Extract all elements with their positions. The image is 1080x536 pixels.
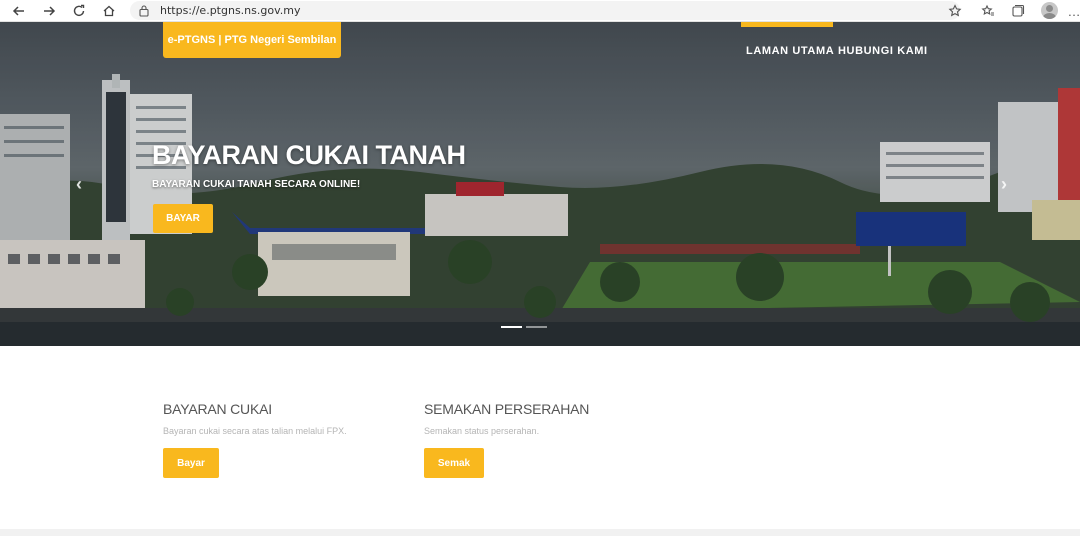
brand-logo-button[interactable]: e-PTGNS | PTG Negeri Sembilan	[163, 22, 341, 58]
forward-arrow-icon[interactable]	[39, 1, 59, 21]
semak-button[interactable]: Semak	[424, 448, 484, 478]
service-title-bayaran-cukai: BAYARAN CUKAI	[163, 401, 272, 417]
bayar-button[interactable]: Bayar	[163, 448, 219, 478]
service-title-semakan-perserahan: SEMAKAN PERSERAHAN	[424, 401, 590, 417]
home-icon[interactable]	[99, 1, 119, 21]
hero-carousel: e-PTGNS | PTG Negeri Sembilan LAMAN UTAM…	[0, 22, 1080, 346]
menu-item-hubungi-kami[interactable]: HUBUNGI KAMI	[838, 45, 928, 57]
menu-item-laman-utama[interactable]: LAMAN UTAMA	[746, 45, 834, 57]
favorite-star-icon[interactable]	[946, 2, 964, 20]
url-text[interactable]: https://e.ptgns.ns.gov.my	[160, 4, 300, 17]
refresh-icon[interactable]	[69, 1, 89, 21]
service-description-bayaran-cukai: Bayaran cukai secara atas talian melalui…	[163, 426, 347, 436]
profile-avatar-icon[interactable]	[1041, 2, 1058, 19]
carousel-indicator-2[interactable]	[526, 326, 547, 328]
carousel-prev-icon[interactable]: ‹	[76, 174, 82, 195]
collections-icon[interactable]	[1009, 2, 1027, 20]
active-menu-indicator	[741, 22, 833, 27]
carousel-next-icon[interactable]: ›	[1001, 174, 1007, 195]
hero-bayar-button[interactable]: BAYAR	[153, 204, 213, 233]
hero-title: BAYARAN CUKAI TANAH	[152, 140, 466, 170]
footer-strip	[0, 529, 1080, 536]
carousel-indicator-1[interactable]	[501, 326, 522, 328]
lock-icon	[138, 4, 150, 17]
service-description-semakan-perserahan: Semakan status perserahan.	[424, 426, 540, 436]
browser-toolbar: https://e.ptgns.ns.gov.my …	[0, 0, 1080, 22]
favorites-icon[interactable]	[979, 2, 997, 20]
hero-subtitle: BAYARAN CUKAI TANAH SECARA ONLINE!	[152, 179, 361, 190]
back-arrow-icon[interactable]	[9, 1, 29, 21]
address-bar[interactable]: https://e.ptgns.ns.gov.my	[130, 1, 960, 20]
more-icon[interactable]: …	[1068, 2, 1080, 20]
